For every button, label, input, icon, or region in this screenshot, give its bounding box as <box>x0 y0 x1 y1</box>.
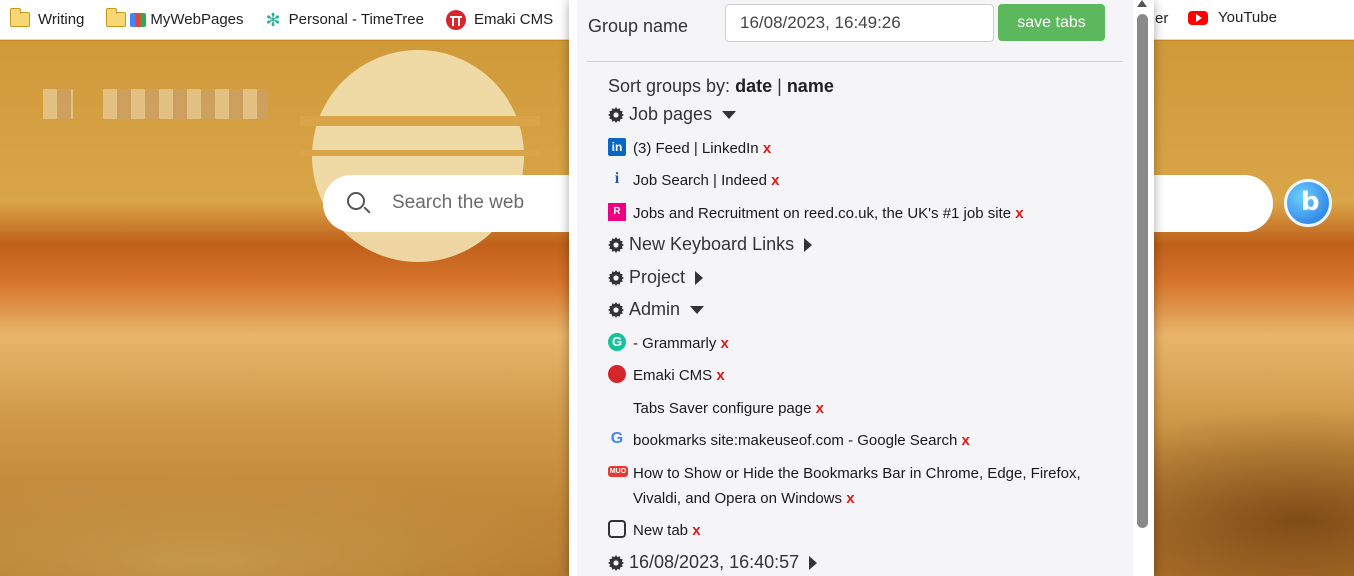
timetree-icon: ✻ <box>265 9 281 30</box>
emaki-icon <box>445 9 466 30</box>
saved-tab-link[interactable]: Job Search | Indeed <box>633 172 767 189</box>
bookmark-label: MyWebPages <box>150 11 244 28</box>
sort-by-date-link[interactable]: date <box>735 76 772 96</box>
new-tab-icon <box>608 520 626 538</box>
group-name[interactable]: Project <box>629 267 685 288</box>
save-tabs-button[interactable]: save tabs <box>998 4 1105 41</box>
remove-tab-button[interactable]: x <box>961 432 969 449</box>
folder-icon <box>9 8 30 27</box>
search-input[interactable] <box>392 192 562 214</box>
bookmark-writing[interactable]: Writing <box>9 8 85 28</box>
bookmark-youtube[interactable]: YouTube <box>1188 9 1277 26</box>
remove-tab-button[interactable]: x <box>692 522 700 539</box>
bookmark-label: YouTube <box>1218 9 1277 26</box>
collapse-arrow-icon[interactable] <box>722 110 737 119</box>
remove-tab-button[interactable]: x <box>771 172 779 189</box>
collapse-arrow-icon[interactable] <box>690 305 705 314</box>
scroll-up-arrow-icon[interactable] <box>1137 0 1147 7</box>
gear-icon[interactable] <box>608 269 624 286</box>
bookmark-emaki-cms[interactable]: Emaki CMS <box>445 9 554 30</box>
reed-icon: R <box>608 203 626 221</box>
expand-arrow-icon[interactable] <box>695 270 704 285</box>
remove-tab-button[interactable]: x <box>763 140 771 157</box>
bookmark-label: Writing <box>38 11 85 28</box>
bookmark-label: Emaki CMS <box>473 11 554 28</box>
remove-tab-button[interactable]: x <box>816 400 824 417</box>
scrollbar-thumb[interactable] <box>1137 14 1148 528</box>
expand-arrow-icon[interactable] <box>804 237 813 252</box>
sort-label: Sort groups by: <box>608 76 731 96</box>
group-name-label: Group name <box>588 16 689 36</box>
gear-icon[interactable] <box>608 301 624 318</box>
folder-icon <box>105 8 127 27</box>
bookmark-truncated-label[interactable]: er <box>1155 10 1168 27</box>
makeuseof-icon: MUO <box>608 466 628 477</box>
google-icon: G <box>610 430 624 447</box>
group-header: Admin <box>608 299 705 320</box>
remove-tab-button[interactable]: x <box>716 367 724 384</box>
sun-band <box>300 150 540 156</box>
indeed-icon: i <box>614 170 620 187</box>
blurred-logo <box>103 89 268 119</box>
expand-arrow-icon[interactable] <box>809 555 818 570</box>
sort-by-name-link[interactable]: name <box>787 76 834 96</box>
sort-separator: | <box>777 76 782 96</box>
group-name[interactable]: New Keyboard Links <box>629 234 794 255</box>
saved-tab-link[interactable]: (3) Feed | LinkedIn <box>633 140 759 157</box>
saved-tab-link[interactable]: Tabs Saver configure page <box>633 400 811 417</box>
group-name[interactable]: 16/08/2023, 16:40:57 <box>629 552 799 573</box>
group-header: 16/08/2023, 16:40:57 <box>608 552 818 573</box>
sun-band <box>300 116 540 126</box>
divider <box>587 61 1123 62</box>
remove-tab-button[interactable]: x <box>1015 205 1023 222</box>
saved-tab-link[interactable]: Jobs and Recruitment on reed.co.uk, the … <box>633 205 1011 222</box>
grammarly-icon: G <box>608 333 626 351</box>
saved-tab-link[interactable]: - Grammarly <box>633 335 716 352</box>
saved-tab-link[interactable]: New tab <box>633 522 688 539</box>
bookmark-mywebpages[interactable]: MyWebPages <box>105 8 244 28</box>
gear-icon[interactable] <box>608 554 624 571</box>
bookmark-timetree[interactable]: ✻ Personal - TimeTree <box>266 11 424 29</box>
saved-tab-link[interactable]: How to Show or Hide the Bookmarks Bar in… <box>633 465 1081 507</box>
remove-tab-button[interactable]: x <box>721 335 729 352</box>
emaki-icon <box>608 365 626 383</box>
group-header: New Keyboard Links <box>608 234 813 255</box>
tabs-saver-popup: Group name save tabs Sort groups by: dat… <box>569 0 1154 576</box>
linkedin-icon: in <box>608 138 626 156</box>
blurred-logo <box>43 89 73 119</box>
group-name-input[interactable] <box>725 4 994 42</box>
group-header: Project <box>608 267 704 288</box>
remove-tab-button[interactable]: x <box>846 490 854 507</box>
saved-tab-link[interactable]: bookmarks site:makeuseof.com - Google Se… <box>633 432 957 449</box>
gear-icon[interactable] <box>608 106 624 123</box>
webpages-icon <box>130 12 147 27</box>
youtube-icon <box>1188 10 1208 25</box>
search-icon <box>347 192 365 210</box>
saved-tab-link[interactable]: Emaki CMS <box>633 367 712 384</box>
group-header: Job pages <box>608 104 737 125</box>
sort-groups-row: Sort groups by: date | name <box>608 76 834 97</box>
bookmark-label: Personal - TimeTree <box>288 11 424 28</box>
gear-icon[interactable] <box>608 236 624 253</box>
popup-content: Group name save tabs Sort groups by: dat… <box>577 0 1134 576</box>
bing-chat-icon[interactable] <box>1284 179 1332 227</box>
group-name[interactable]: Admin <box>629 299 680 320</box>
group-name[interactable]: Job pages <box>629 104 712 125</box>
